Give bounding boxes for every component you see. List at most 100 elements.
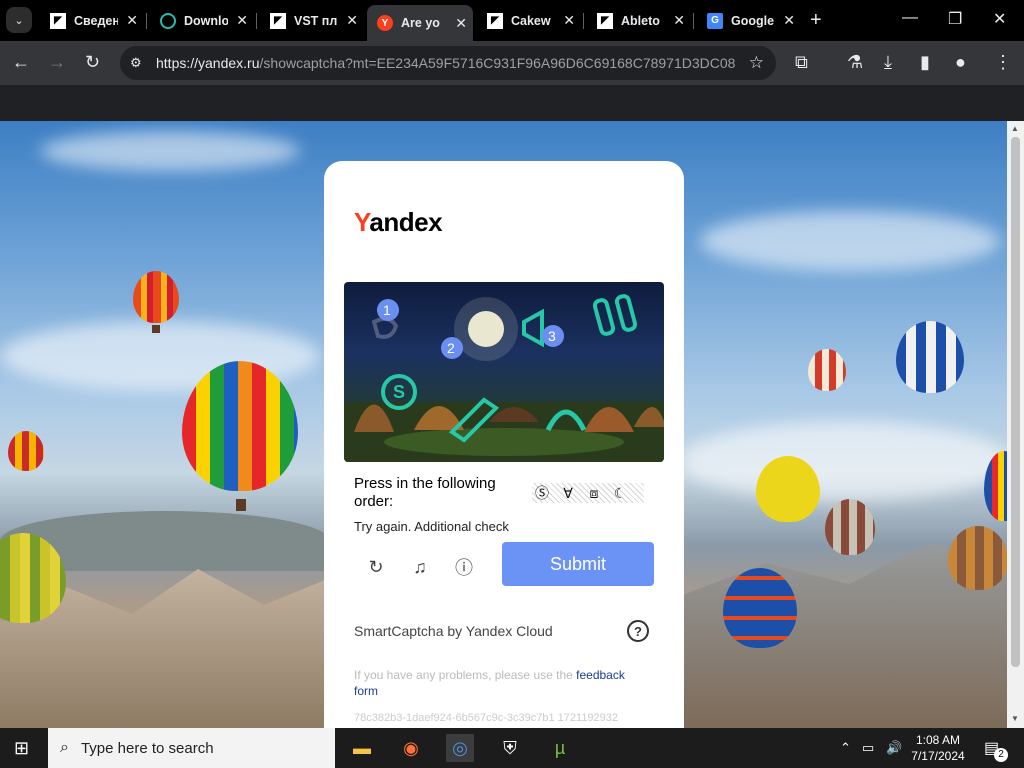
- close-icon[interactable]: ✕: [673, 12, 685, 29]
- firefox-icon[interactable]: ◉: [397, 734, 425, 762]
- tab-title: VST пл: [294, 13, 338, 28]
- balloon-image: [825, 499, 875, 555]
- taskbar-search-box[interactable]: ⌕ Type here to search: [48, 728, 335, 768]
- refresh-icon[interactable]: ↻: [364, 555, 388, 579]
- generic-doc-icon: ◤: [270, 12, 286, 29]
- windows-taskbar: ⊞ ⌕ Type here to search ▬ ◉ ◎ ⛨ µ ⌃ ▭ 🔊 …: [0, 728, 1024, 768]
- yandex-icon: Y: [377, 15, 393, 31]
- tab-title: Cakew: [511, 13, 551, 28]
- close-icon[interactable]: ✕: [236, 12, 248, 29]
- request-id: 78c382b3-1daef924-6b567c9c-3c39c7b1 1721…: [354, 712, 619, 724]
- url-text[interactable]: https://yandex.ru/showcaptcha?mt=EE234A5…: [156, 55, 736, 71]
- labs-flask-icon[interactable]: ⚗: [847, 52, 863, 73]
- bookmarks-bar: [0, 85, 1024, 121]
- double-bar-shape-icon[interactable]: [592, 298, 616, 336]
- headphones-icon[interactable]: ♫: [408, 555, 432, 579]
- tab-1[interactable]: Downlo ✕: [150, 5, 254, 36]
- dollar-icon: Ⓢ: [535, 485, 549, 501]
- tab-title: Downlo: [184, 13, 228, 28]
- tab-strip: ⌄ ◤ Сведен ✕ Downlo ✕ ◤ VST пл ✕ Y Are y…: [0, 0, 1024, 41]
- browser-toolbar: ← → ↻ ⚙ https://yandex.ru/showcaptcha?mt…: [0, 41, 1024, 85]
- generic-doc-icon: ◤: [597, 12, 613, 29]
- side-panel-icon[interactable]: ▮: [920, 52, 930, 73]
- search-placeholder: Type here to search: [80, 739, 214, 757]
- tab-2[interactable]: ◤ VST пл ✕: [260, 5, 364, 36]
- new-tab-button[interactable]: +: [810, 9, 822, 32]
- tab-search-button[interactable]: ⌄: [6, 7, 32, 33]
- notification-count-badge: 2: [994, 748, 1008, 762]
- speaker-shape-icon[interactable]: [522, 308, 544, 348]
- captcha-prompt: Press in the following order:: [354, 475, 496, 510]
- menu-kebab-icon[interactable]: ⋮: [994, 52, 1012, 73]
- marker-label-3: 3: [548, 328, 556, 344]
- file-explorer-icon[interactable]: ▬: [348, 734, 376, 762]
- restore-button[interactable]: ❐: [948, 9, 962, 29]
- download-icon[interactable]: ⤓: [884, 52, 892, 73]
- submit-button[interactable]: Submit: [502, 542, 654, 586]
- speaker-icon: ⧈: [589, 484, 599, 501]
- help-icon[interactable]: ?: [627, 620, 649, 642]
- close-icon[interactable]: ✕: [563, 12, 575, 29]
- balloon-image: [723, 568, 797, 648]
- balloon-image: [896, 321, 964, 393]
- smartcaptcha-brand: SmartCaptcha by Yandex Cloud: [354, 623, 553, 639]
- tab-0[interactable]: ◤ Сведен ✕: [40, 5, 144, 36]
- close-icon[interactable]: ✕: [783, 12, 795, 29]
- captcha-card: Yandex S 1 2 3 Press in the following or…: [324, 161, 684, 761]
- info-icon[interactable]: ⓘ: [452, 555, 476, 579]
- svg-text:S: S: [393, 382, 405, 402]
- scroll-down-arrow-icon[interactable]: ▼: [1011, 714, 1019, 723]
- tab-title: Ableto: [621, 13, 660, 28]
- back-arrow-icon[interactable]: ←: [12, 52, 30, 73]
- globe-teal-icon: [160, 12, 176, 29]
- close-icon[interactable]: ✕: [346, 12, 358, 29]
- close-icon[interactable]: ✕: [455, 15, 467, 32]
- bookmark-star-icon[interactable]: ☆: [749, 53, 764, 73]
- generic-doc-icon: ◤: [50, 12, 66, 29]
- tab-5[interactable]: ◤ Ableto ✕: [587, 5, 691, 36]
- tray-chevron-icon[interactable]: ⌃: [840, 740, 851, 756]
- tab-title: Google: [731, 13, 775, 28]
- close-icon[interactable]: ✕: [126, 12, 138, 29]
- balloon-image: [8, 431, 44, 471]
- reload-icon[interactable]: ↻: [85, 52, 100, 73]
- order-icons-strip: Ⓢ ∀ ⧈ ☾: [532, 483, 644, 503]
- generic-doc-icon: ◤: [487, 12, 503, 29]
- taskbar-clock[interactable]: 1:08 AM 7/17/2024: [908, 732, 968, 764]
- balloon-image: [182, 361, 298, 491]
- volume-icon[interactable]: 🔊: [886, 740, 902, 756]
- google-translate-icon: G: [707, 12, 723, 29]
- chrome-icon[interactable]: ◎: [446, 734, 474, 762]
- vertical-scrollbar[interactable]: ▲ ▼: [1007, 121, 1024, 728]
- close-window-button[interactable]: ✕: [993, 9, 1006, 29]
- scrollbar-thumb[interactable]: [1011, 137, 1020, 667]
- crescent-icon: ☾: [613, 484, 627, 501]
- windows-start-icon[interactable]: ⊞: [14, 738, 29, 759]
- tab-title: Сведен: [74, 13, 118, 28]
- balloon-image: [948, 526, 1007, 590]
- tab-4[interactable]: ◤ Cakew ✕: [477, 5, 581, 36]
- address-bar[interactable]: ⚙ https://yandex.ru/showcaptcha?mt=EE234…: [120, 46, 776, 80]
- marker-label-1: 1: [383, 302, 391, 318]
- extensions-icon[interactable]: ⧉: [795, 52, 808, 73]
- diagonal-arrow-icon: ∀: [563, 484, 573, 501]
- profile-avatar-icon[interactable]: ●: [955, 52, 966, 73]
- minimize-button[interactable]: —: [902, 9, 918, 27]
- balloon-image: [808, 349, 846, 391]
- tab-6[interactable]: G Google ✕: [697, 5, 801, 36]
- yandex-logo: Yandex: [354, 207, 443, 237]
- tab-3-active[interactable]: Y Are yo ✕: [367, 5, 473, 41]
- search-icon: ⌕: [60, 739, 69, 756]
- network-icon[interactable]: ▭: [862, 740, 874, 756]
- scroll-up-arrow-icon[interactable]: ▲: [1011, 124, 1019, 133]
- problems-note: If you have any problems, please use the…: [354, 668, 625, 698]
- site-info-icon[interactable]: ⚙: [130, 55, 148, 71]
- marker-label-2: 2: [447, 340, 455, 356]
- balloon-image: [133, 271, 179, 323]
- utorrent-icon[interactable]: µ: [546, 734, 574, 762]
- tab-title: Are yo: [401, 16, 440, 30]
- captcha-puzzle-image[interactable]: S 1 2 3: [344, 282, 664, 462]
- forward-arrow-icon[interactable]: →: [48, 52, 66, 73]
- security-shield-icon[interactable]: ⛨: [496, 734, 524, 762]
- balloon-image: [756, 456, 820, 522]
